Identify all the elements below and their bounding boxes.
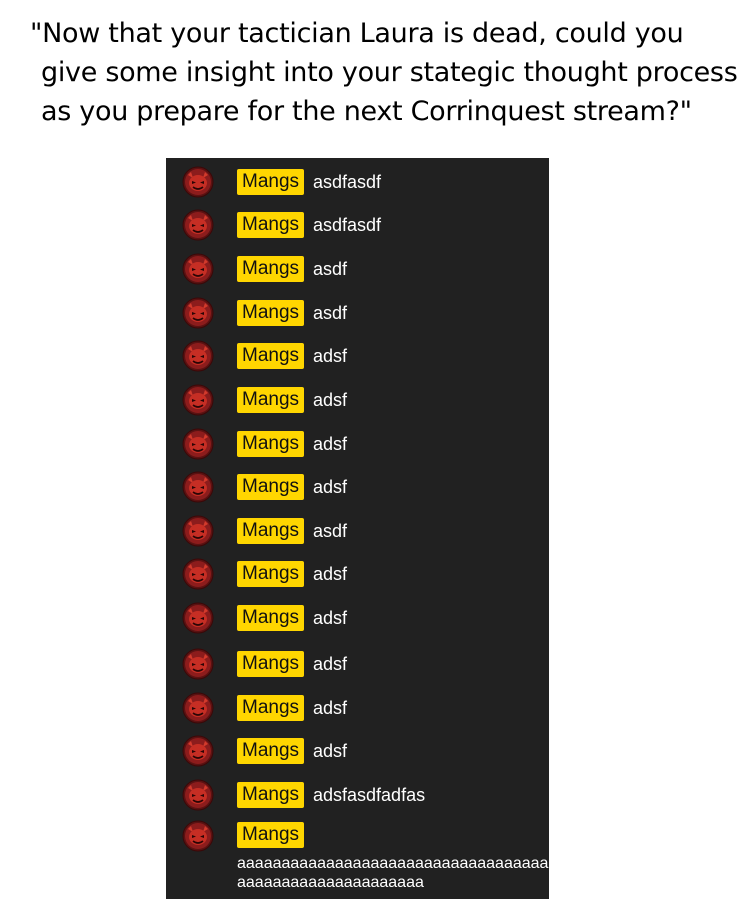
author-badge[interactable]: Mangs bbox=[237, 651, 305, 677]
chat-message[interactable]: Mangs adsf bbox=[166, 648, 549, 680]
message-text: adsf bbox=[313, 741, 348, 761]
author-badge[interactable]: Mangs bbox=[237, 387, 305, 413]
chat-message[interactable]: Mangs adsf bbox=[166, 735, 549, 767]
author-badge[interactable]: Mangs bbox=[237, 782, 305, 808]
author-badge[interactable]: Mangs bbox=[237, 518, 305, 544]
chat-message[interactable]: Mangs adsf bbox=[166, 384, 549, 416]
chat-message[interactable]: Mangs asdfasdf bbox=[166, 166, 549, 198]
message-text-line-2: aaaaaaaaaaaaaaaaaaaaa bbox=[237, 874, 424, 891]
avatar-icon[interactable] bbox=[182, 297, 214, 329]
avatar-icon[interactable] bbox=[182, 209, 214, 241]
author-badge[interactable]: Mangs bbox=[237, 431, 305, 457]
author-badge[interactable]: Mangs bbox=[237, 561, 305, 587]
chat-message[interactable]: Mangs adsf bbox=[166, 471, 549, 503]
chat-message[interactable]: Mangs asdf bbox=[166, 297, 549, 329]
author-badge[interactable]: Mangs bbox=[237, 169, 305, 195]
avatar-icon[interactable] bbox=[182, 384, 214, 416]
message-text: aaaaaaaaaaaaaaaaaaaaaaaaaaaaaaaaaaaa aaaa… bbox=[237, 854, 549, 892]
avatar-icon[interactable] bbox=[182, 735, 214, 767]
author-badge[interactable]: Mangs bbox=[237, 300, 305, 326]
message-text: asdf bbox=[313, 259, 348, 279]
chat-message[interactable]: Mangs adsf bbox=[166, 558, 549, 590]
avatar-icon[interactable] bbox=[182, 340, 214, 372]
avatar-icon[interactable] bbox=[182, 779, 214, 811]
author-badge[interactable]: Mangs bbox=[237, 212, 305, 238]
message-text: asdfasdf bbox=[313, 215, 382, 235]
message-text: adsf bbox=[313, 608, 348, 628]
message-text-line-1: aaaaaaaaaaaaaaaaaaaaaaaaaaaaaaaaaaaa bbox=[237, 855, 549, 872]
caption-line-2: give some insight into your stategic tho… bbox=[41, 57, 738, 88]
avatar-icon[interactable] bbox=[182, 471, 214, 503]
chat-message-long[interactable]: Mangs aaaaaaaaaaaaaaaaaaaaaaaaaaaaaaaaaaa… bbox=[166, 820, 549, 896]
avatar-icon[interactable] bbox=[182, 692, 214, 724]
avatar-icon[interactable] bbox=[182, 166, 214, 198]
message-text: adsf bbox=[313, 390, 348, 410]
author-badge[interactable]: Mangs bbox=[237, 738, 305, 764]
avatar-icon[interactable] bbox=[182, 648, 214, 680]
avatar-icon[interactable] bbox=[182, 820, 214, 852]
chat-message[interactable]: Mangs adsf bbox=[166, 428, 549, 460]
chat-message[interactable]: Mangs asdf bbox=[166, 515, 549, 547]
avatar-icon[interactable] bbox=[182, 428, 214, 460]
author-badge[interactable]: Mangs bbox=[237, 256, 305, 282]
avatar-icon[interactable] bbox=[182, 515, 214, 547]
message-text: adsfasdfadfas bbox=[313, 785, 426, 805]
chat-message[interactable]: Mangs adsf bbox=[166, 602, 549, 634]
meme-caption: "Now that your tactician Laura is dead, … bbox=[30, 14, 738, 131]
avatar-icon[interactable] bbox=[182, 602, 214, 634]
message-text: adsf bbox=[313, 434, 348, 454]
author-badge[interactable]: Mangs bbox=[237, 695, 305, 721]
caption-line-1: "Now that your tactician Laura is dead, … bbox=[30, 18, 684, 49]
message-text: adsf bbox=[313, 477, 348, 497]
message-text: asdfasdf bbox=[313, 172, 382, 192]
author-badge[interactable]: Mangs bbox=[237, 474, 305, 500]
author-badge[interactable]: Mangs bbox=[237, 343, 305, 369]
chat-message[interactable]: Mangs asdfasdf bbox=[166, 209, 549, 241]
message-text: adsf bbox=[313, 564, 348, 584]
live-chat-panel[interactable]: Mangsasdfasdf Mangsasdfasdf Mangsasdf bbox=[166, 158, 549, 899]
author-badge[interactable]: Mangs bbox=[237, 605, 305, 631]
message-text: adsf bbox=[313, 698, 348, 718]
message-text: asdf bbox=[313, 303, 348, 323]
message-text: asdf bbox=[313, 521, 348, 541]
message-text: adsf bbox=[313, 654, 348, 674]
caption-line-3: as you prepare for the next Corrinquest … bbox=[41, 96, 692, 127]
chat-message[interactable]: Mangs asdf bbox=[166, 253, 549, 285]
chat-message[interactable]: Mangs adsf bbox=[166, 692, 549, 724]
message-text: adsf bbox=[313, 346, 348, 366]
avatar-icon[interactable] bbox=[182, 253, 214, 285]
author-badge[interactable]: Mangs bbox=[237, 822, 305, 848]
avatar-icon[interactable] bbox=[182, 558, 214, 590]
chat-message[interactable]: Mangs adsf bbox=[166, 340, 549, 372]
chat-message[interactable]: Mangs adsfasdfadfas bbox=[166, 779, 549, 811]
